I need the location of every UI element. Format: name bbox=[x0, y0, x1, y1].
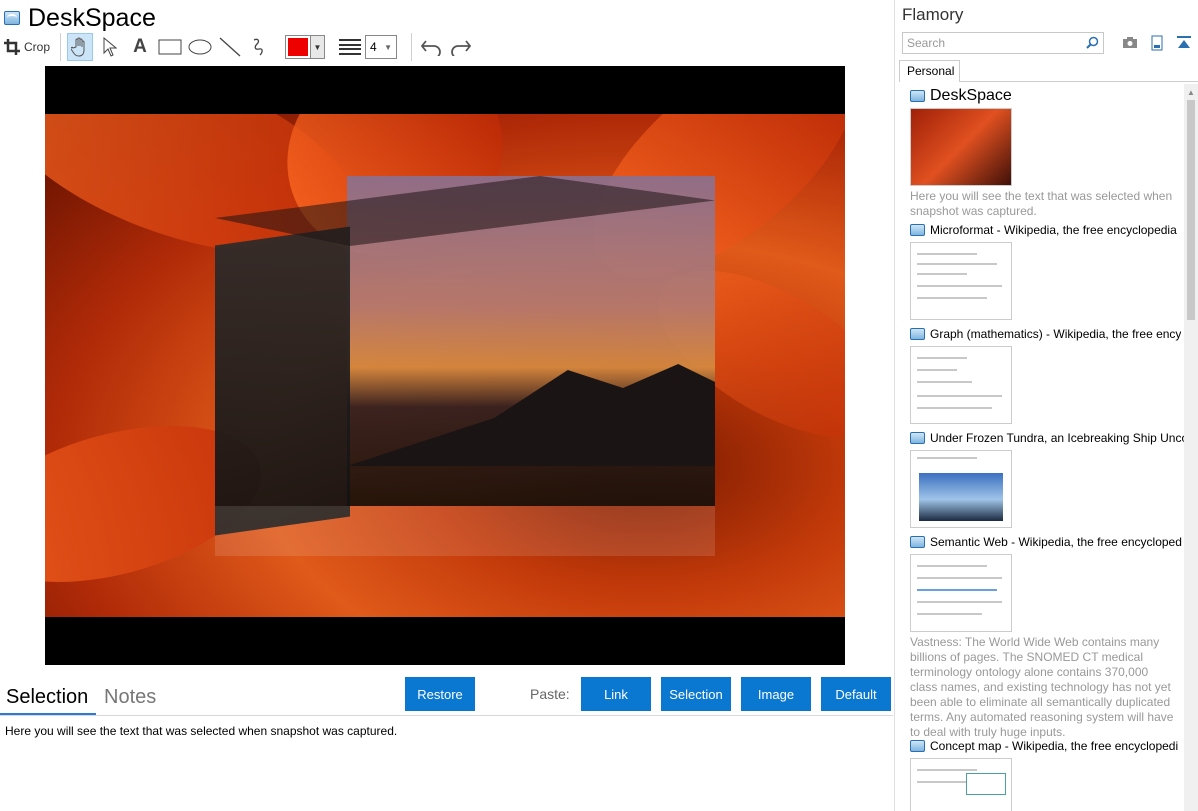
redo-icon bbox=[451, 40, 472, 56]
selection-text: Here you will see the text that was sele… bbox=[5, 724, 398, 738]
freehand-icon bbox=[253, 38, 263, 56]
snapshot-icon bbox=[910, 224, 925, 236]
paste-link-button[interactable]: Link bbox=[581, 677, 651, 711]
rectangle-tool-button[interactable] bbox=[157, 33, 183, 61]
sidebar-scrollbar[interactable]: ▲ bbox=[1184, 84, 1198, 811]
rectangle-icon bbox=[158, 39, 182, 55]
list-item[interactable]: Microformat - Wikipedia, the free encycl… bbox=[910, 222, 1185, 320]
snapshot-icon bbox=[910, 432, 925, 444]
toolbar-separator bbox=[60, 33, 62, 61]
list-item[interactable]: Concept map - Wikipedia, the free encycl… bbox=[910, 738, 1185, 811]
ellipse-icon bbox=[188, 39, 212, 55]
list-item-thumbnail bbox=[910, 346, 1012, 424]
paste-image-button[interactable]: Image bbox=[741, 677, 811, 711]
search-placeholder: Search bbox=[907, 36, 946, 50]
list-item-thumbnail bbox=[910, 758, 1012, 811]
list-item-head: Graph (mathematics) - Wikipedia, the fre… bbox=[910, 326, 1185, 342]
collapse-icon[interactable] bbox=[1175, 34, 1193, 52]
paste-default-button[interactable]: Default bbox=[821, 677, 891, 711]
list-item-thumbnail bbox=[910, 450, 1012, 528]
document-icon[interactable] bbox=[1148, 34, 1166, 52]
paste-label: Paste: bbox=[530, 686, 570, 702]
list-item-head: DeskSpace bbox=[910, 87, 1185, 104]
color-swatch bbox=[285, 35, 312, 59]
tab-divider bbox=[960, 81, 1198, 82]
color-picker[interactable]: ▼ bbox=[285, 33, 335, 61]
snapshot-icon bbox=[4, 11, 20, 25]
hand-icon bbox=[71, 37, 85, 57]
annotation-toolbar: Crop A ▼ 4 ▼ bbox=[4, 32, 484, 62]
text-tool-button[interactable]: A bbox=[127, 33, 153, 61]
search-icon[interactable] bbox=[1086, 36, 1099, 49]
line-width-select[interactable]: 4 ▼ bbox=[365, 35, 398, 59]
pointer-icon bbox=[103, 37, 118, 57]
desktop-cube bbox=[215, 176, 715, 556]
undo-button[interactable] bbox=[418, 33, 444, 61]
snapshot-icon bbox=[910, 90, 925, 102]
snapshot-canvas[interactable] bbox=[45, 66, 845, 665]
list-item[interactable]: Under Frozen Tundra, an Icebreaking Ship… bbox=[910, 430, 1185, 528]
text-tool-glyph: A bbox=[133, 36, 147, 57]
list-item[interactable]: DeskSpace Here you will see the text tha… bbox=[910, 87, 1185, 219]
list-item-title: Microformat - Wikipedia, the free encycl… bbox=[930, 223, 1177, 237]
list-item[interactable]: Semantic Web - Wikipedia, the free encyc… bbox=[910, 534, 1185, 740]
snapshot-icon bbox=[910, 740, 925, 752]
chevron-up-icon[interactable]: ▲ bbox=[1187, 88, 1195, 97]
list-item-title: Graph (mathematics) - Wikipedia, the fre… bbox=[930, 327, 1182, 341]
title-row: DeskSpace bbox=[4, 4, 156, 32]
main-pane: DeskSpace Crop A ▼ 4 ▼ Selection Notes R… bbox=[0, 0, 893, 811]
list-item-title: Under Frozen Tundra, an Icebreaking Ship… bbox=[930, 431, 1185, 445]
tab-selected-indicator bbox=[0, 713, 96, 715]
chevron-down-icon: ▼ bbox=[384, 42, 393, 52]
crop-label: Crop bbox=[24, 40, 51, 54]
line-width-icon bbox=[339, 39, 362, 55]
sidebar-title: Flamory bbox=[902, 5, 964, 24]
snapshot-icon bbox=[910, 328, 925, 340]
toolbar-separator bbox=[411, 33, 413, 61]
list-item-desc: Here you will see the text that was sele… bbox=[910, 189, 1173, 218]
list-item-thumbnail bbox=[910, 108, 1012, 186]
hand-tool-button[interactable] bbox=[67, 33, 94, 61]
list-item-desc: Vastness: The World Wide Web contains ma… bbox=[910, 635, 1174, 739]
list-item-thumbnail bbox=[910, 242, 1012, 320]
select-tool-button[interactable] bbox=[97, 33, 123, 61]
list-item-head: Under Frozen Tundra, an Icebreaking Ship… bbox=[910, 430, 1185, 446]
list-item-head: Microformat - Wikipedia, the free encycl… bbox=[910, 222, 1185, 238]
list-item-title: DeskSpace bbox=[930, 87, 1012, 104]
ellipse-tool-button[interactable] bbox=[187, 33, 213, 61]
undo-icon bbox=[420, 40, 441, 56]
camera-icon[interactable] bbox=[1121, 34, 1139, 52]
tab-selection[interactable]: Selection bbox=[6, 684, 88, 710]
color-picker-frame: ▼ bbox=[285, 35, 326, 59]
crop-button[interactable]: Crop bbox=[4, 33, 50, 61]
scrollbar-thumb[interactable] bbox=[1187, 100, 1195, 320]
chevron-down-icon: ▼ bbox=[310, 36, 325, 58]
restore-button[interactable]: Restore bbox=[405, 677, 475, 711]
list-item-thumbnail bbox=[910, 554, 1012, 632]
crop-icon bbox=[4, 39, 20, 55]
page-title: DeskSpace bbox=[28, 4, 156, 32]
list-item-title: Concept map - Wikipedia, the free encycl… bbox=[930, 739, 1179, 753]
line-tool-button[interactable] bbox=[217, 33, 243, 61]
paste-selection-button[interactable]: Selection bbox=[661, 677, 731, 711]
snapshot-icon bbox=[910, 536, 925, 548]
list-item-head: Concept map - Wikipedia, the free encycl… bbox=[910, 738, 1185, 754]
app-window: DeskSpace Crop A ▼ 4 ▼ Selection Notes R… bbox=[0, 0, 1198, 811]
list-item-head: Semantic Web - Wikipedia, the free encyc… bbox=[910, 534, 1185, 550]
freehand-tool-button[interactable] bbox=[247, 33, 273, 61]
line-icon bbox=[219, 37, 241, 57]
flamory-sidebar: Flamory Search Personal DeskSpace Here y… bbox=[894, 0, 1198, 811]
tab-notes[interactable]: Notes bbox=[104, 684, 156, 710]
line-width-value: 4 bbox=[370, 40, 377, 54]
tab-personal[interactable]: Personal bbox=[899, 60, 960, 82]
snapshot-list: DeskSpace Here you will see the text tha… bbox=[895, 84, 1185, 811]
search-input[interactable]: Search bbox=[902, 32, 1104, 54]
redo-button[interactable] bbox=[448, 33, 474, 61]
snapshot-image bbox=[45, 114, 845, 617]
list-item[interactable]: Graph (mathematics) - Wikipedia, the fre… bbox=[910, 326, 1185, 424]
list-item-title: Semantic Web - Wikipedia, the free encyc… bbox=[930, 535, 1182, 549]
